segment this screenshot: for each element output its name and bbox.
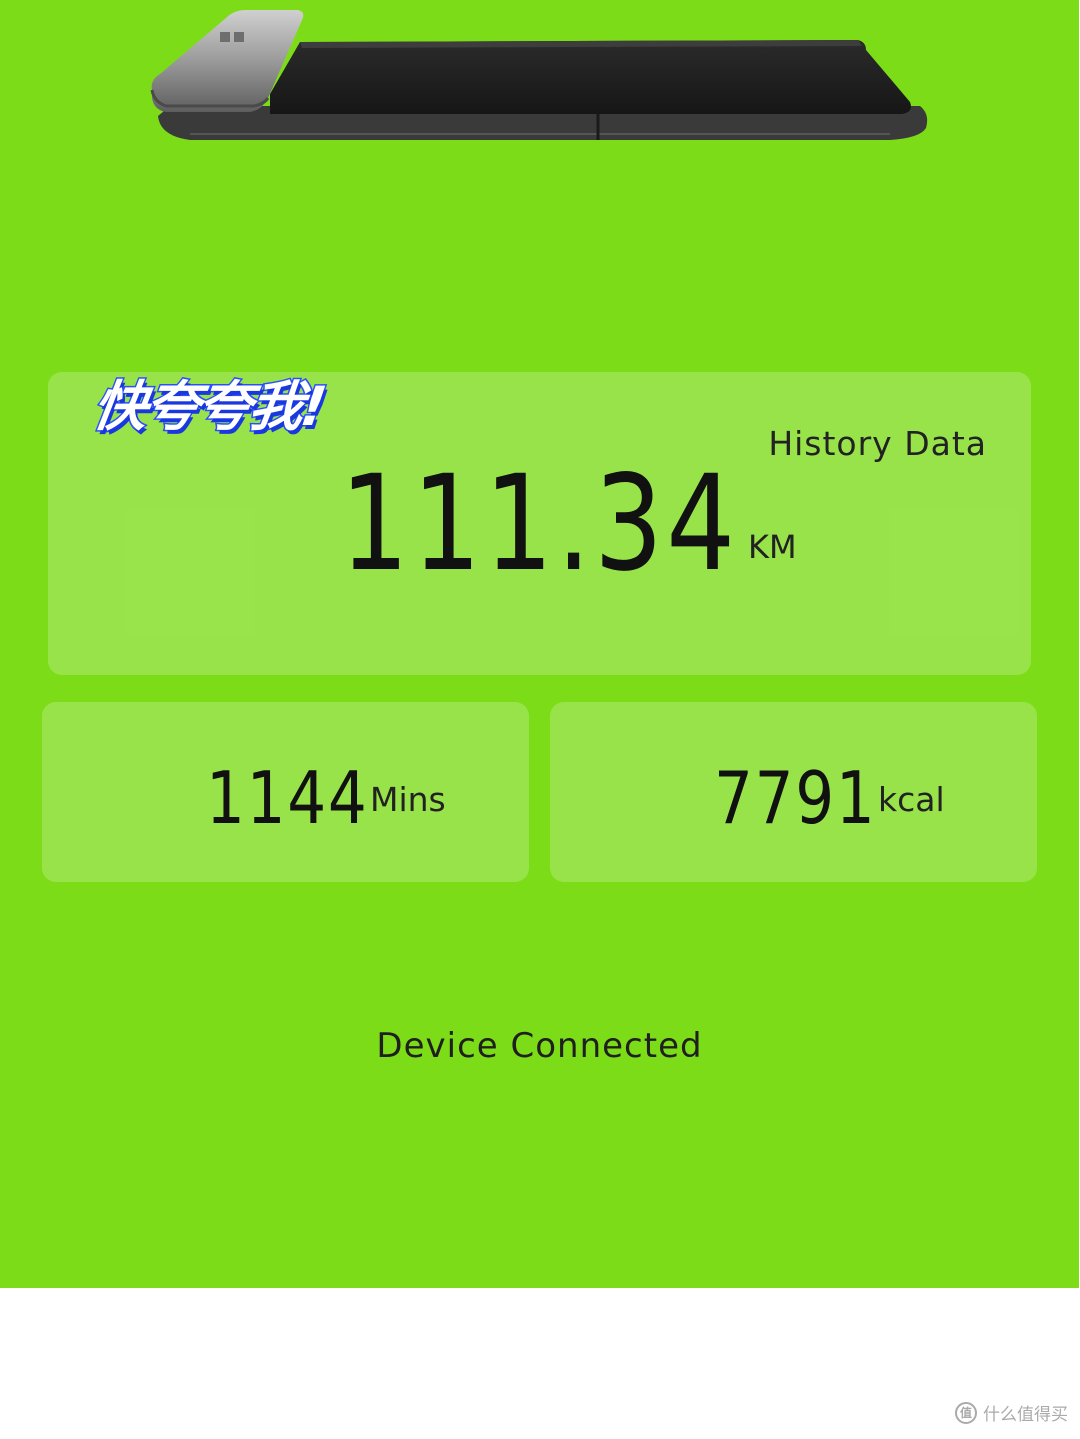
distance-unit: KM	[748, 528, 797, 566]
zhi-icon: 值	[955, 1401, 977, 1424]
distance-value: 111.34	[340, 447, 739, 601]
connection-status: Device Connected	[376, 1026, 703, 1066]
calories-unit: kcal	[878, 780, 945, 819]
minutes-value: 1144	[206, 756, 369, 840]
praise-sticker: 快夸夸我!	[87, 374, 329, 440]
treadmill-image	[150, 10, 928, 140]
app-screen: 快夸夸我! History Data 111.34 KM 1144 Mins 7…	[0, 0, 1079, 1288]
watermark-text: 什么值得买	[983, 1405, 1068, 1425]
watermark: 值 什么值得买	[955, 1400, 1068, 1425]
minutes-unit: Mins	[370, 780, 446, 819]
calories-value: 7791	[714, 756, 877, 840]
history-data-label: History Data	[768, 424, 987, 463]
